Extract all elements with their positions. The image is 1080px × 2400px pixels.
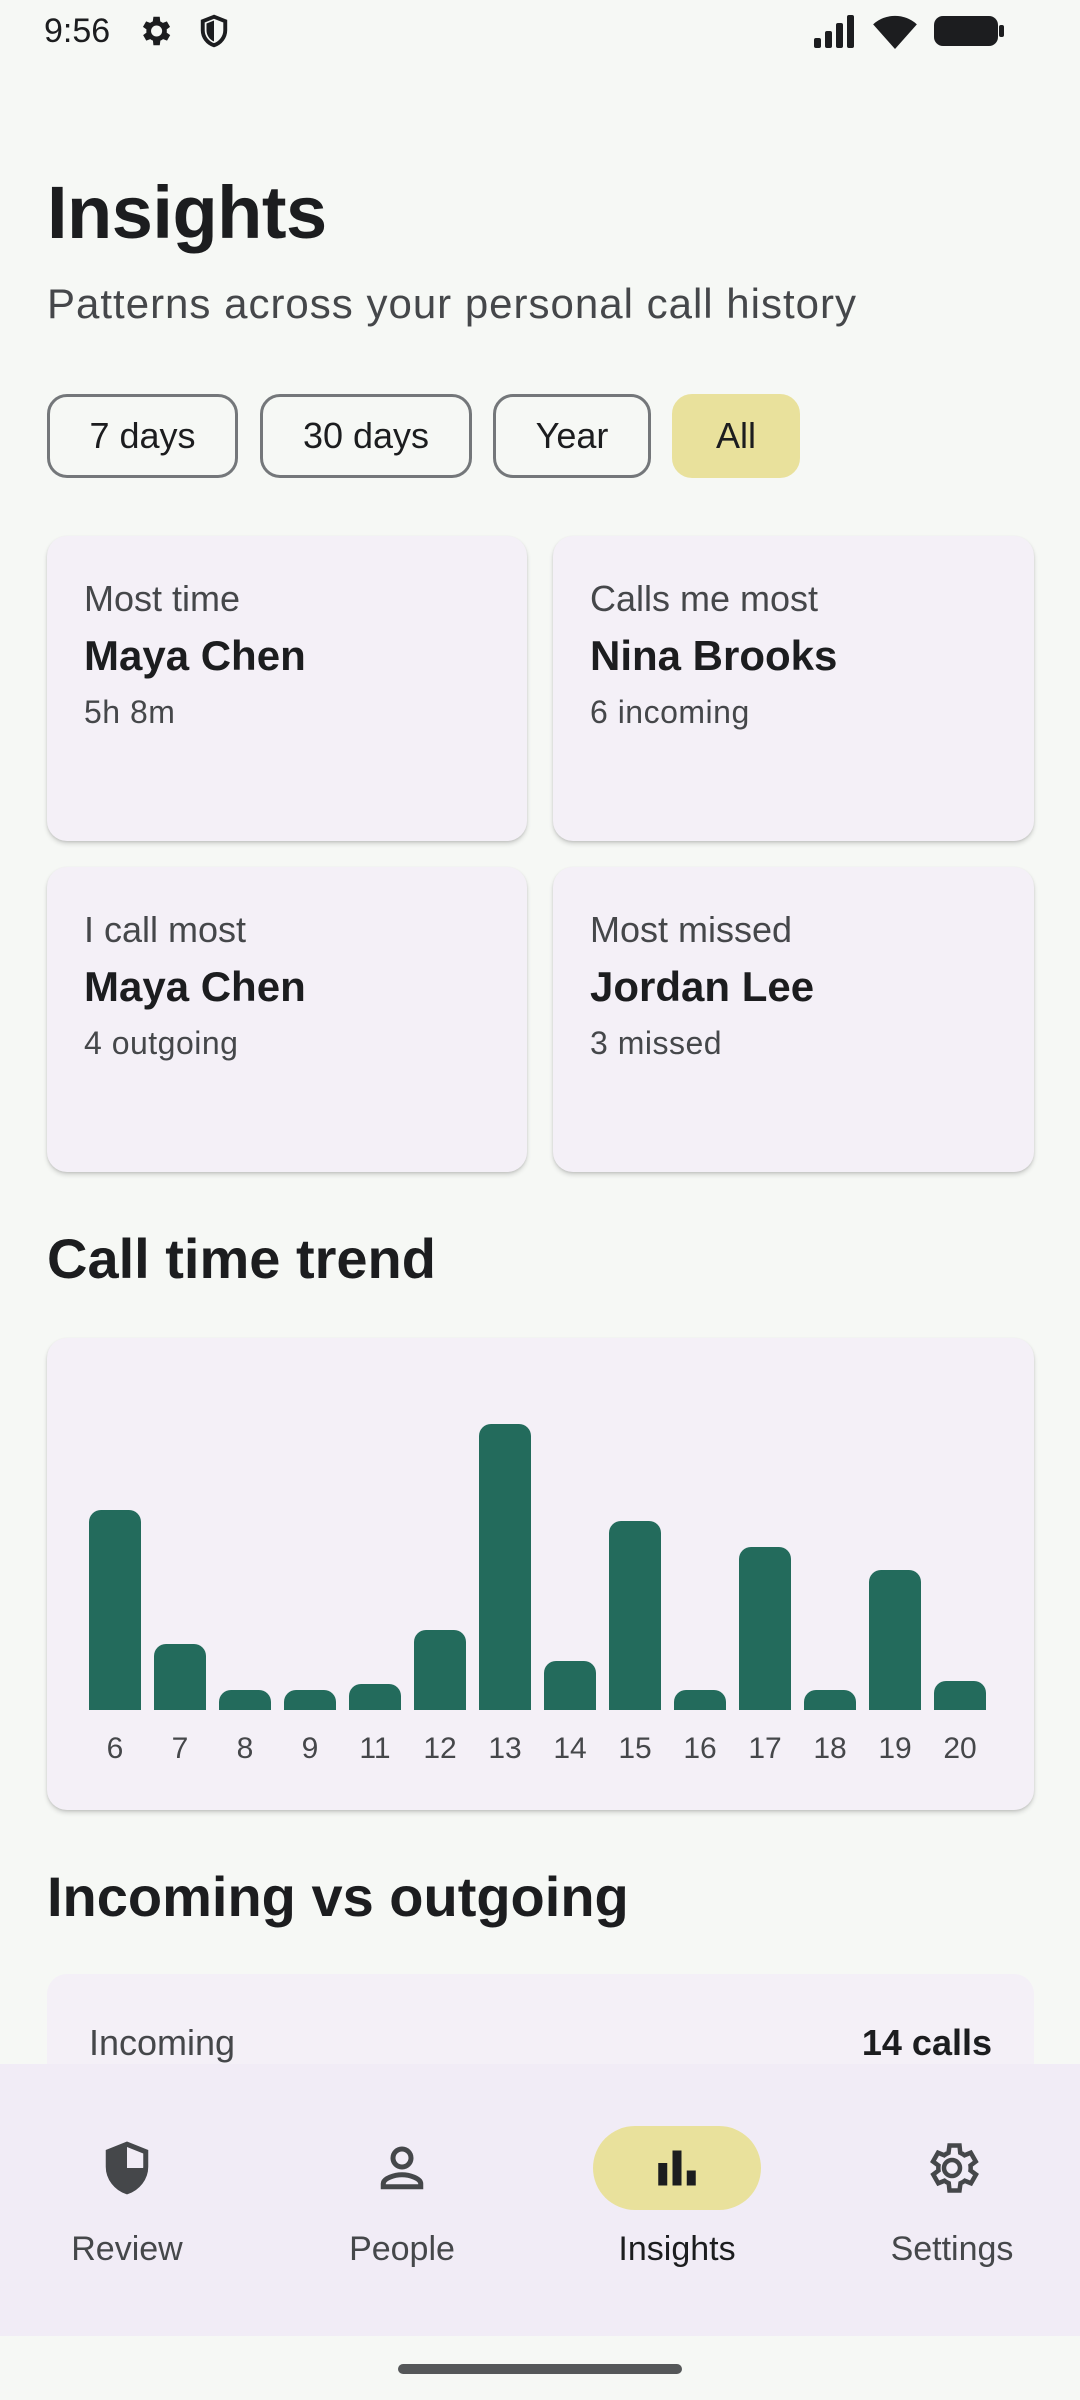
bottom-nav: Review People Insights Settings (0, 2064, 1080, 2336)
chart-bar (414, 1629, 466, 1710)
chart-bar (934, 1681, 986, 1710)
chart-bar (674, 1689, 726, 1710)
filter-chip-all[interactable]: All (672, 394, 800, 478)
stat-card-most-time[interactable]: Most time Maya Chen 5h 8m (47, 536, 527, 841)
stat-card-label: I call most (84, 909, 247, 950)
nav-item-settings[interactable]: Settings (842, 2096, 1062, 2296)
incoming-value: 14 calls (861, 2022, 992, 2063)
chart-bar (479, 1424, 531, 1710)
chart-x-tick-label: 7 (171, 1732, 189, 1765)
chart-bar (544, 1661, 596, 1710)
chart-bar (154, 1644, 206, 1710)
chart-x-tick-label: 20 (943, 1732, 977, 1765)
chart-x-tick-label: 13 (488, 1732, 522, 1765)
status-bar: 9:56 (0, 0, 1080, 64)
nav-label: Review (71, 2230, 183, 2268)
stat-card-detail: 4 outgoing (84, 1025, 239, 1061)
chart-bar (609, 1521, 661, 1710)
wifi-icon (873, 15, 917, 50)
stat-card-detail: 5h 8m (84, 694, 176, 730)
chart-bar (739, 1546, 791, 1710)
battery-icon (934, 16, 1004, 46)
chart-x-tick-label: 6 (106, 1732, 124, 1765)
nav-item-people[interactable]: People (292, 2096, 512, 2296)
stat-card-name: Maya Chen (84, 963, 306, 1010)
shield-icon (200, 14, 228, 48)
chart-bar (219, 1689, 271, 1710)
chart-bar (804, 1689, 856, 1710)
gear-icon (142, 16, 171, 46)
shield-icon (105, 2141, 149, 2195)
stat-card-i-call-most[interactable]: I call most Maya Chen 4 outgoing (47, 867, 527, 1172)
chart-bar (869, 1569, 921, 1710)
chart-x-tick-label: 12 (423, 1732, 457, 1765)
stat-card-detail: 3 missed (590, 1025, 723, 1061)
nav-item-insights[interactable]: Insights (567, 2096, 787, 2296)
status-time: 9:56 (44, 12, 111, 50)
call-time-trend-chart: 6 7 8 9 11 12 13 14 15 16 17 18 19 20 (47, 1338, 1034, 1810)
chart-x-tick-label: 14 (553, 1732, 587, 1765)
chart-x-tick-label: 18 (813, 1732, 847, 1765)
nav-item-review[interactable]: Review (17, 2096, 237, 2296)
stat-card-most-missed[interactable]: Most missed Jordan Lee 3 missed (553, 867, 1034, 1172)
stat-card-label: Most missed (590, 909, 793, 950)
stat-card-name: Nina Brooks (590, 632, 838, 679)
chart-x-tick-label: 11 (359, 1732, 391, 1765)
chart-bar (284, 1689, 336, 1710)
chart-x-tick-label: 9 (301, 1732, 319, 1765)
chart-x-tick-label: 15 (618, 1732, 652, 1765)
call-time-trend-title: Call time trend (47, 1227, 436, 1290)
incoming-vs-outgoing-title: Incoming vs outgoing (47, 1865, 629, 1928)
filter-chip-year[interactable]: Year (493, 394, 651, 478)
filter-chip-7-days[interactable]: 7 days (47, 394, 238, 478)
chart-x-tick-label: 8 (236, 1732, 254, 1765)
chart-bar (89, 1509, 141, 1710)
settings-icon (930, 2143, 979, 2193)
bar-chart-icon (658, 2150, 696, 2186)
person-icon (380, 2146, 424, 2190)
page-subtitle: Patterns across your personal call histo… (47, 280, 857, 327)
chart-x-tick-label: 17 (748, 1732, 782, 1765)
stat-card-calls-me-most[interactable]: Calls me most Nina Brooks 6 incoming (553, 536, 1034, 841)
stat-card-label: Calls me most (590, 578, 819, 619)
incoming-label: Incoming (89, 2022, 236, 2063)
page-title: Insights (47, 171, 327, 254)
stat-card-detail: 6 incoming (590, 694, 750, 730)
nav-label: Settings (890, 2230, 1014, 2268)
filter-chip-30-days[interactable]: 30 days (260, 394, 472, 478)
chart-bar (349, 1684, 401, 1710)
chart-x-tick-label: 16 (683, 1732, 717, 1765)
stat-card-label: Most time (84, 578, 241, 619)
stat-card-name: Jordan Lee (590, 963, 815, 1010)
nav-label: Insights (618, 2230, 736, 2268)
stat-card-name: Maya Chen (84, 632, 306, 679)
nav-label: People (349, 2230, 455, 2268)
signal-icon (814, 15, 854, 48)
home-indicator[interactable] (398, 2364, 682, 2374)
chart-x-tick-label: 19 (878, 1732, 912, 1765)
